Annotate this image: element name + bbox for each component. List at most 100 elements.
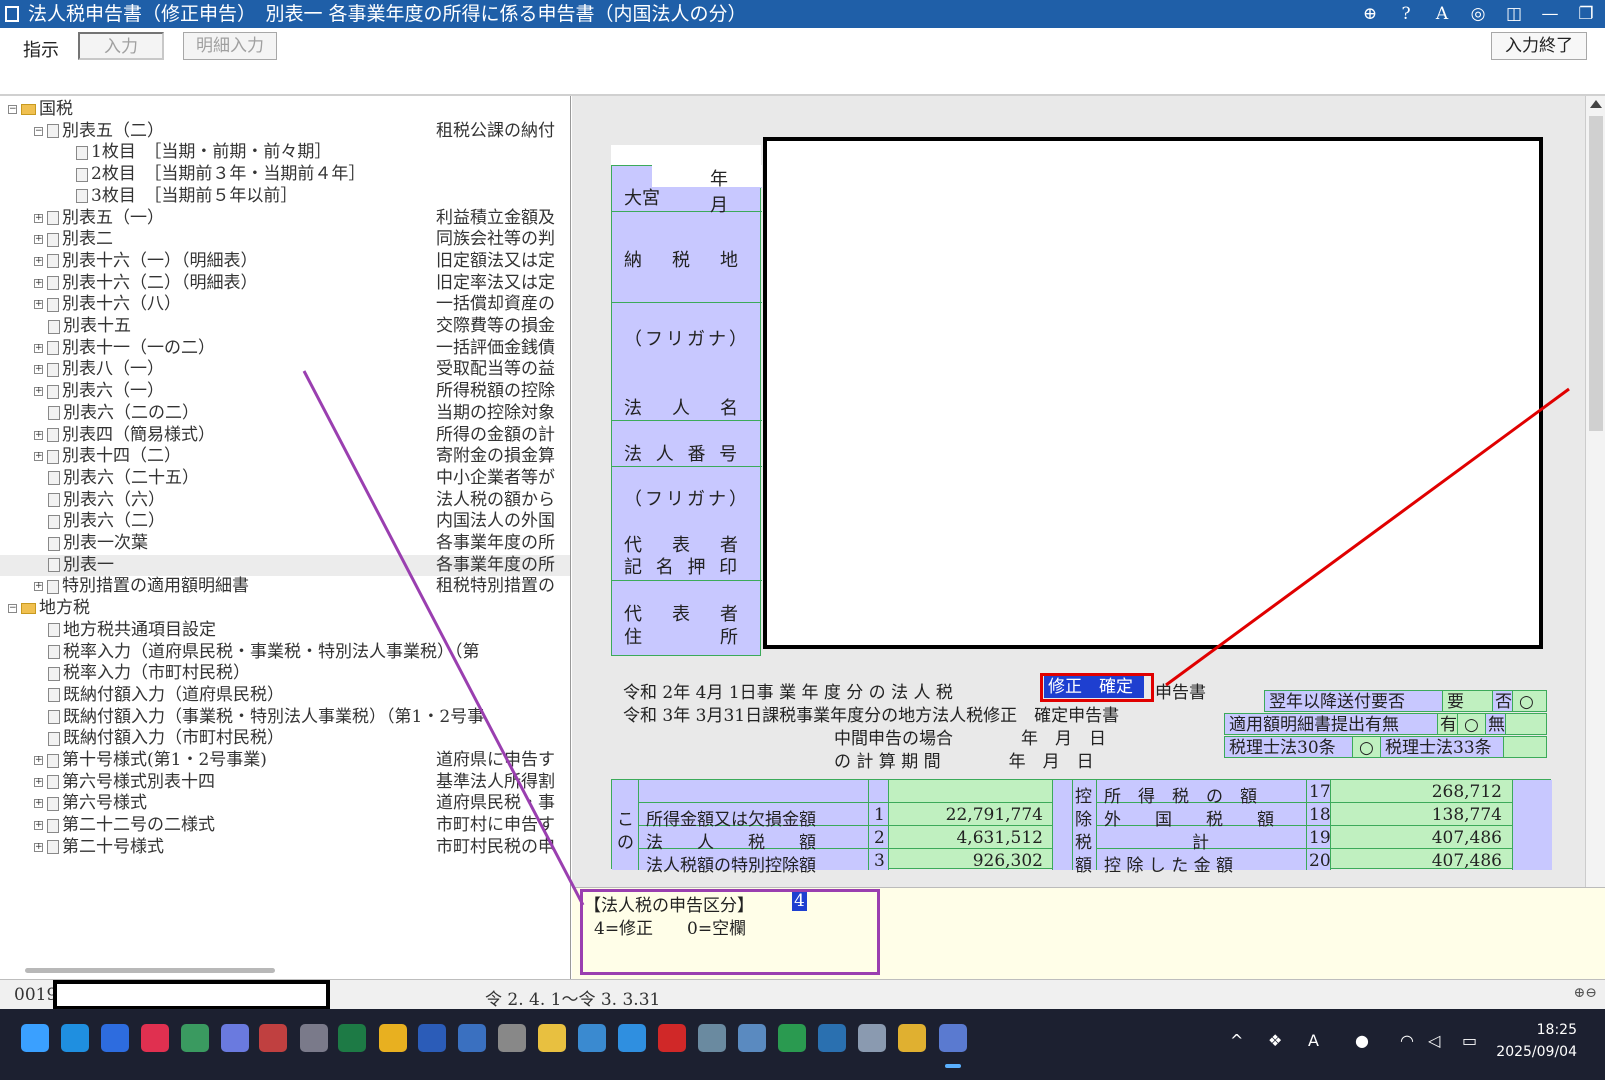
u-circle[interactable]: ○ bbox=[1457, 713, 1487, 735]
tree-item[interactable]: + 別表四（簡易様式） 所得の金額の計 bbox=[0, 425, 570, 446]
excel-icon[interactable] bbox=[338, 1024, 366, 1052]
tree-item[interactable]: 別表十五 交際費等の損金 bbox=[0, 316, 570, 337]
tree-item[interactable]: + 第二十二号の二様式 市町村に申告す bbox=[0, 815, 570, 836]
mail-icon[interactable] bbox=[458, 1024, 486, 1052]
chrome-icon[interactable] bbox=[379, 1024, 407, 1052]
settings-icon[interactable]: ◎ bbox=[1467, 0, 1489, 28]
tree-item[interactable]: 別表六（二十五） 中小企業者等が bbox=[0, 468, 570, 489]
tree-item[interactable]: 別表一 各事業年度の所 bbox=[0, 554, 570, 576]
form-vertical-scrollbar[interactable] bbox=[1585, 96, 1605, 979]
expand-toggle-icon[interactable]: − bbox=[8, 105, 17, 114]
help-icon[interactable]: ? bbox=[1395, 0, 1417, 28]
row1-value[interactable]: 22,791,774 bbox=[908, 805, 1043, 825]
zoom-icon[interactable] bbox=[101, 1024, 129, 1052]
tree-item[interactable]: + 第二十号様式 市町村民税の申 bbox=[0, 837, 570, 858]
layout-icon[interactable]: ◫ bbox=[1503, 0, 1525, 28]
tree-item[interactable]: − 国税 bbox=[0, 99, 570, 120]
sync-icon[interactable] bbox=[578, 1024, 606, 1052]
expand-toggle-icon[interactable]: − bbox=[34, 126, 43, 136]
tree-item[interactable]: + 別表十六（二）（明細表） 旧定率法又は定 bbox=[0, 273, 570, 294]
volume-icon[interactable]: ◁ bbox=[1428, 1031, 1440, 1050]
globe-icon[interactable] bbox=[181, 1024, 209, 1052]
row2-value[interactable]: 4,631,512 bbox=[908, 828, 1043, 848]
tree-item[interactable]: 別表六（六） 法人税の額から bbox=[0, 490, 570, 511]
tree-item[interactable]: + 特別措置の適用額明細書 租税特別措置の bbox=[0, 576, 570, 597]
tree-item[interactable]: 既納付額入力（市町村民税） bbox=[0, 728, 570, 749]
expand-toggle-icon[interactable]: − bbox=[8, 604, 17, 614]
yayoi2-icon[interactable] bbox=[818, 1024, 846, 1052]
word-icon[interactable] bbox=[418, 1024, 446, 1052]
row20-value[interactable]: 407,486 bbox=[1342, 851, 1502, 871]
tree-item[interactable]: 既納付額入力（事業税・特別法人事業税）（第1・2号事 bbox=[0, 707, 570, 728]
row3-value[interactable]: 926,302 bbox=[908, 851, 1043, 871]
hi-circle[interactable]: ○ bbox=[1512, 690, 1547, 712]
clock[interactable]: 18:25 2025/09/04 bbox=[1496, 1019, 1577, 1063]
tree-item[interactable]: + 別表十六（一）（明細表） 旧定額法又は定 bbox=[0, 251, 570, 272]
row18-value[interactable]: 138,774 bbox=[1342, 805, 1502, 825]
expand-toggle-icon[interactable]: + bbox=[34, 256, 43, 266]
app-icon[interactable] bbox=[141, 1024, 169, 1052]
tree-item[interactable]: 税率入力（道府県民税・事業税・特別法人事業税）（第 bbox=[0, 642, 570, 663]
tax-accountant-33-cell[interactable] bbox=[1503, 736, 1547, 758]
expand-toggle-icon[interactable]: + bbox=[34, 777, 43, 787]
yayoi-icon[interactable] bbox=[778, 1024, 806, 1052]
mail2-icon[interactable] bbox=[738, 1024, 766, 1052]
mu-cell[interactable] bbox=[1505, 713, 1547, 735]
tree-item[interactable]: 3枚目 ［当期前５年以前］ bbox=[0, 186, 570, 207]
u-option[interactable]: 有 bbox=[1437, 713, 1459, 735]
scanner-icon[interactable] bbox=[698, 1024, 726, 1052]
minimize-icon[interactable]: — bbox=[1539, 0, 1561, 28]
input-button[interactable]: 入力 bbox=[78, 32, 164, 60]
tree-item[interactable]: − 地方税 bbox=[0, 598, 570, 619]
screenshot-icon[interactable] bbox=[259, 1024, 287, 1052]
end-input-button[interactable]: 入力終了 bbox=[1491, 32, 1587, 60]
tree-item[interactable]: 別表一次葉 各事業年度の所 bbox=[0, 533, 570, 554]
expand-toggle-icon[interactable]: + bbox=[34, 821, 43, 831]
tree-item[interactable]: + 別表二 同族会社等の判 bbox=[0, 229, 570, 250]
scroll-up-icon[interactable] bbox=[1590, 100, 1602, 108]
expand-toggle-icon[interactable]: + bbox=[34, 235, 43, 245]
tree-item[interactable]: + 別表八（一） 受取配当等の益 bbox=[0, 359, 570, 380]
tray-chevron-icon[interactable]: ^ bbox=[1230, 1031, 1243, 1050]
tree-item[interactable]: 別表六（二の二） 当期の控除対象 bbox=[0, 403, 570, 424]
year-month-field[interactable]: 年 月 bbox=[652, 165, 762, 216]
zoom-icon[interactable]: ⊕ bbox=[1359, 0, 1381, 28]
tree-item[interactable]: + 第六号様式別表十四 基準法人所得割 bbox=[0, 772, 570, 793]
tool-icon[interactable] bbox=[221, 1024, 249, 1052]
expand-toggle-icon[interactable]: + bbox=[34, 365, 43, 375]
row19-value[interactable]: 407,486 bbox=[1342, 828, 1502, 848]
pdf-icon[interactable] bbox=[658, 1024, 686, 1052]
tree-item[interactable]: + 第十号様式(第1・2号事業) 道府県に申告す bbox=[0, 750, 570, 771]
battery-icon[interactable]: ▭ bbox=[1462, 1031, 1477, 1050]
edge-icon[interactable] bbox=[61, 1024, 89, 1052]
yo-option[interactable]: 要 bbox=[1442, 690, 1494, 712]
ime-indicator[interactable]: A bbox=[1308, 1031, 1319, 1050]
tree-item[interactable]: + 別表五（一） 利益積立金額及 bbox=[0, 208, 570, 229]
tree-item[interactable]: + 別表十四（二） 寄附金の損金算 bbox=[0, 446, 570, 467]
row17-value[interactable]: 268,712 bbox=[1342, 782, 1502, 802]
search-text-icon[interactable]: A bbox=[1431, 0, 1453, 28]
expand-toggle-icon[interactable]: + bbox=[34, 278, 43, 288]
folder-icon[interactable] bbox=[538, 1024, 566, 1052]
edge-tray-icon[interactable]: ● bbox=[1355, 1031, 1369, 1050]
usb-icon[interactable] bbox=[300, 1024, 328, 1052]
tree-item[interactable]: 税率入力（市町村民税） bbox=[0, 663, 570, 684]
expand-toggle-icon[interactable]: + bbox=[34, 452, 43, 462]
windows-start-icon[interactable] bbox=[21, 1024, 49, 1052]
hi-option[interactable]: 否 bbox=[1492, 690, 1514, 712]
tax-app-icon[interactable] bbox=[939, 1024, 967, 1052]
expand-toggle-icon[interactable]: + bbox=[34, 430, 43, 440]
tree-item[interactable]: 別表六（二） 内国法人の外国 bbox=[0, 511, 570, 532]
dropbox-icon[interactable]: ❖ bbox=[1268, 1031, 1282, 1050]
tree-item[interactable]: − 別表五（二） 租税公課の納付 bbox=[0, 121, 570, 142]
tree-item[interactable]: 既納付額入力（道府県民税） bbox=[0, 685, 570, 706]
tree-item[interactable]: 1枚目 ［当期・前期・前々期］ bbox=[0, 142, 570, 163]
tree-item[interactable]: 2枚目 ［当期前３年・当期前４年］ bbox=[0, 164, 570, 185]
mu-option[interactable]: 無 bbox=[1485, 713, 1507, 735]
tree-item[interactable]: + 別表十六（八） 一括償却資産の bbox=[0, 294, 570, 315]
tax-accountant-30-circle[interactable]: ○ bbox=[1352, 736, 1382, 758]
tree-item[interactable]: + 第六号様式 道府県民税・事 bbox=[0, 793, 570, 814]
tree-item[interactable]: + 別表六（一） 所得税額の控除 bbox=[0, 381, 570, 402]
tree-item[interactable]: 地方税共通項目設定 bbox=[0, 620, 570, 641]
expand-toggle-icon[interactable]: + bbox=[34, 842, 43, 852]
